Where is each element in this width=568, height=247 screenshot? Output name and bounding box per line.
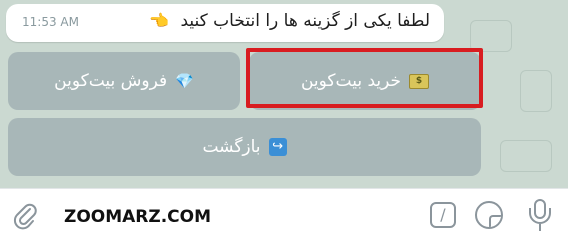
pointing-hand-icon: 👈 — [149, 11, 170, 30]
sell-bitcoin-label: فروش بیت‌کوین — [54, 71, 168, 91]
message-text: لطفا یکی از گزینه ها را انتخاب کنید — [180, 11, 431, 31]
dollar-banknote-icon: $ — [409, 73, 430, 89]
sticker-icon[interactable] — [475, 201, 503, 229]
return-arrow-icon: ↪ — [268, 138, 287, 156]
microphone-stem — [539, 224, 541, 231]
buy-bitcoin-label: خرید بیت‌کوین — [300, 71, 402, 91]
diamond-icon: 💎 — [175, 72, 194, 90]
back-button[interactable]: ↪ بازگشت — [8, 118, 481, 176]
paperclip-shape — [13, 203, 37, 230]
message-bubble: 11:53 AM لطفا یکی از گزینه ها را انتخاب … — [6, 4, 444, 42]
microphone-icon[interactable] — [528, 199, 552, 233]
microphone-cup — [529, 208, 551, 224]
background-doodle — [470, 20, 512, 52]
buy-bitcoin-button[interactable]: $ خرید بیت‌کوین — [249, 52, 481, 110]
message-input[interactable]: ZOOMARZ.COM — [64, 207, 211, 227]
message-input-bar: ZOOMARZ.COM / — [0, 188, 568, 247]
message-time: 11:53 AM — [22, 15, 79, 29]
sell-bitcoin-button[interactable]: 💎 فروش بیت‌کوین — [8, 52, 240, 110]
background-doodle — [500, 140, 552, 172]
back-label: بازگشت — [202, 137, 261, 157]
message-text-wrap: لطفا یکی از گزینه ها را انتخاب کنید 👈 — [149, 11, 430, 31]
paperclip-icon[interactable] — [10, 201, 40, 231]
background-doodle — [520, 70, 552, 112]
bot-command-icon[interactable]: / — [430, 202, 456, 228]
